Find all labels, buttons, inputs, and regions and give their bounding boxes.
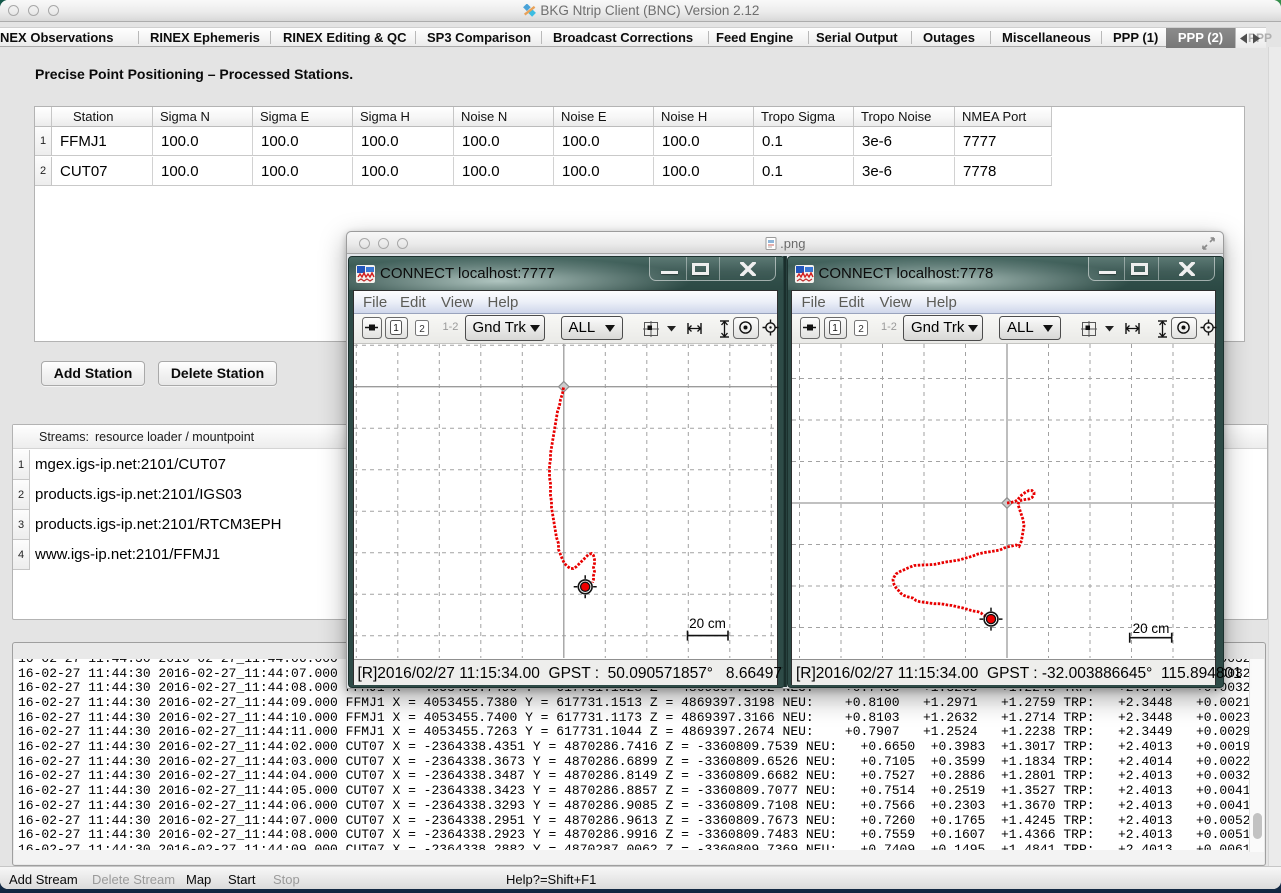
svg-text:1: 1 <box>832 323 838 334</box>
svg-text:1: 1 <box>393 323 399 334</box>
svg-text:20 cm: 20 cm <box>689 616 726 631</box>
svg-text:20 cm: 20 cm <box>1133 621 1170 636</box>
svg-text:2: 2 <box>858 324 864 335</box>
svg-text:2: 2 <box>419 324 425 335</box>
